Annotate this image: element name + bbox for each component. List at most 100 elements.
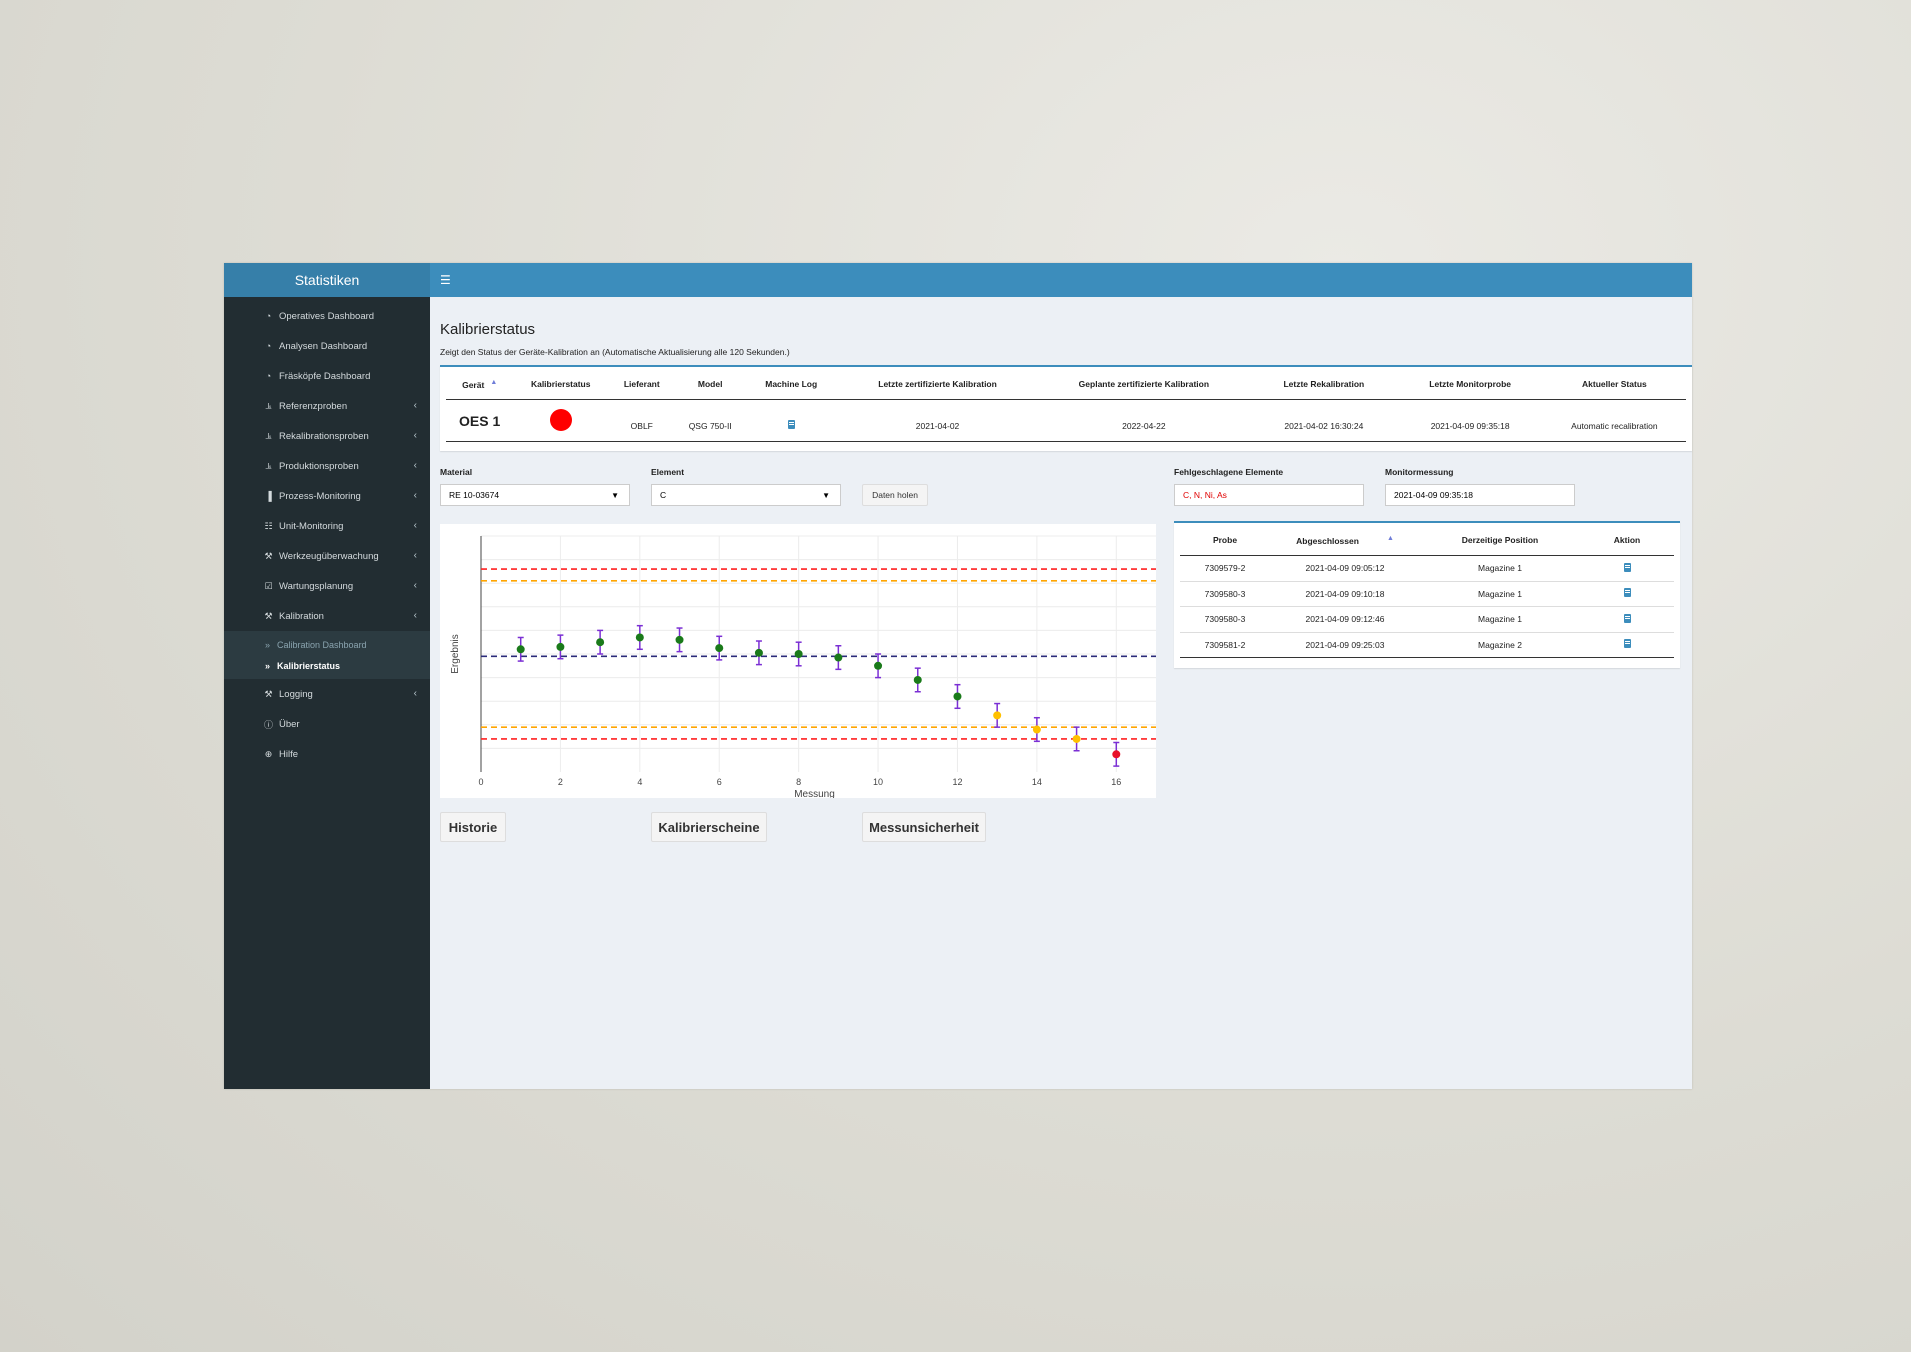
sidebar-item-label: Rekalibrationsproben [279, 430, 369, 442]
daten-holen-button[interactable]: Daten holen [862, 484, 928, 506]
col-kalibrierstatus[interactable]: Kalibrierstatus [513, 369, 609, 400]
sidebar-item[interactable]: ◔ Operatives Dashboard [224, 301, 430, 331]
col-probe[interactable]: Probe [1180, 525, 1270, 556]
device-name: OES 1 [459, 412, 501, 429]
book-icon[interactable] [1623, 639, 1631, 649]
probe-table-body: 7309579-2 2021-04-09 09:05:12 Magazine 1 73… [1180, 556, 1674, 658]
submenu-item[interactable]: » Calibration Dashboard [224, 634, 430, 655]
book-icon[interactable] [1623, 613, 1631, 623]
sidebar-item[interactable]: ⫡ Rekalibrationsproben ‹ [224, 421, 430, 451]
failed-elements-value: C, N, Ni, As [1183, 490, 1227, 500]
sidebar-item[interactable]: ⫡ Produktionsproben ‹ [224, 451, 430, 481]
material-label: Material [440, 467, 473, 477]
device-table-header: Gerät ▲ Kalibrierstatus Lieferant Model M… [446, 369, 1686, 400]
col-geraet[interactable]: Gerät ▲ [446, 369, 514, 400]
caret-down-icon: ▼ [822, 491, 830, 500]
book-icon[interactable] [787, 420, 795, 429]
sidebar-item[interactable]: ⚒ Werkzeugüberwachung ‹ [224, 541, 430, 571]
sidebar-menu: ◔ Operatives Dashboard ◔ Analysen Dashboard… [224, 297, 430, 769]
data-point [993, 711, 1002, 720]
element-value: C [660, 490, 667, 500]
col-geplante-zert[interactable]: Geplante zertifizierte Kalibration [1037, 369, 1251, 400]
y-axis-label: Ergebnis [450, 634, 461, 673]
sidebar-item[interactable]: ⚒ Logging ‹ [224, 679, 430, 709]
sidebar-item[interactable]: ◔ Fräsköpfe Dashboard [224, 361, 430, 391]
chevron-left-icon: ‹ [413, 400, 417, 411]
cell-position: Magazine 1 [1478, 588, 1522, 599]
element-label: Element [651, 467, 685, 477]
col-aktueller-status[interactable]: Aktueller Status [1542, 369, 1686, 400]
device-aktueller-status: Automatic recalibration [1571, 420, 1658, 431]
col-letzte-monitor[interactable]: Letzte Monitorprobe [1397, 369, 1543, 400]
submenu-item[interactable]: » Kalibrierstatus [224, 655, 430, 676]
data-point [1032, 725, 1041, 734]
cell-abgeschlossen: 2021-04-09 09:25:03 [1305, 639, 1385, 650]
col-position[interactable]: Derzeitige Position [1420, 525, 1580, 556]
x-tick-label: 6 [717, 777, 722, 787]
top-navbar: ☰ [430, 263, 1692, 297]
main-content: Kalibrierstatus Zeigt den Status der Ger… [430, 297, 1692, 1089]
sidebar-item[interactable]: ⓘ Über [224, 709, 430, 739]
col-letzte-zert[interactable]: Letzte zertifizierte Kalibration [837, 369, 1038, 400]
col-letzte-rekal[interactable]: Letzte Rekalibration [1250, 369, 1398, 400]
historie-button[interactable]: Historie [440, 812, 506, 842]
table-row: 7309580-3 2021-04-09 09:12:46 Magazine 1 [1180, 607, 1674, 632]
sidebar-item-label: Operatives Dashboard [279, 310, 375, 322]
brand-title[interactable]: Statistiken [224, 263, 430, 297]
cell-position: Magazine 2 [1478, 639, 1522, 650]
sidebar-item-label: Logging [279, 688, 313, 700]
col-model[interactable]: Model [675, 369, 745, 400]
sidebar-item-label: Fräsköpfe Dashboard [279, 370, 371, 382]
data-point [1072, 734, 1081, 743]
data-point [516, 645, 525, 654]
sidebar-item[interactable]: ⊕ Hilfe [224, 739, 430, 769]
sitemap-icon: ☷ [264, 520, 273, 531]
col-lieferant[interactable]: Lieferant [608, 369, 676, 400]
device-letzte-zert: 2021-04-02 [915, 420, 960, 431]
sidebar-item[interactable]: ◔ Analysen Dashboard [224, 331, 430, 361]
device-lieferant: OBLF [630, 420, 653, 431]
x-tick-label: 10 [873, 777, 883, 787]
kalibration-submenu: » Calibration Dashboard » Kalibrierstatus [224, 631, 430, 679]
kalibrierscheine-button[interactable]: Kalibrierscheine [651, 812, 767, 842]
table-row: 7309581-2 2021-04-09 09:25:03 Magazine 2 [1180, 632, 1674, 658]
data-point [874, 661, 883, 670]
device-letzte-rekal: 2021-04-02 16:30:24 [1284, 420, 1364, 431]
material-select[interactable]: RE 10-03674 ▼ [440, 484, 630, 506]
data-point [675, 635, 684, 644]
sidebar-item[interactable]: ⫡ Referenzproben ‹ [224, 391, 430, 421]
book-icon[interactable] [1623, 562, 1631, 572]
messunsicherheit-button[interactable]: Messunsicherheit [862, 812, 986, 842]
cell-abgeschlossen: 2021-04-09 09:12:46 [1305, 614, 1385, 625]
wrench-icon: ⚒ [264, 610, 273, 621]
submenu-item-label: Kalibrierstatus [277, 660, 341, 671]
sidebar-item[interactable]: ☑ Wartungsplanung ‹ [224, 571, 430, 601]
sidebar-item-label: Werkzeugüberwachung [279, 550, 379, 562]
chevron-left-icon: ‹ [413, 580, 417, 591]
status-indicator-dot [549, 408, 572, 431]
page-title: Kalibrierstatus [440, 321, 536, 338]
chevron-left-icon: ‹ [413, 460, 417, 471]
sidebar-item-label: Unit-Monitoring [279, 520, 344, 532]
sidebar-item-label: Referenzproben [279, 400, 348, 412]
sidebar-item[interactable]: ⚒ Kalibration ‹ [224, 601, 430, 631]
sidebar-item[interactable]: ▐ Prozess-Monitoring ‹ [224, 481, 430, 511]
x-tick-label: 14 [1032, 777, 1042, 787]
sidebar-item[interactable]: ☷ Unit-Monitoring ‹ [224, 511, 430, 541]
cell-abgeschlossen: 2021-04-09 09:10:18 [1305, 588, 1385, 599]
book-icon[interactable] [1623, 588, 1631, 598]
col-abgeschlossen[interactable]: Abgeschlossen ▲ [1270, 525, 1420, 556]
hamburger-icon[interactable]: ☰ [440, 273, 452, 287]
data-point [1112, 750, 1121, 759]
device-letzte-monitor: 2021-04-09 09:35:18 [1430, 420, 1510, 431]
data-point [834, 653, 843, 662]
monitor-label: Monitormessung [1385, 467, 1454, 477]
sort-asc-icon[interactable]: ▲ [1387, 535, 1394, 542]
line-chart-icon: ⫡ [265, 400, 272, 411]
element-select[interactable]: C ▼ [651, 484, 841, 506]
sort-asc-icon[interactable]: ▲ [490, 379, 497, 386]
dashboard-icon: ◔ [265, 371, 272, 381]
col-machine-log[interactable]: Machine Log [744, 369, 838, 400]
col-aktion[interactable]: Aktion [1580, 525, 1674, 556]
failed-elements-field: C, N, Ni, As [1174, 484, 1364, 506]
